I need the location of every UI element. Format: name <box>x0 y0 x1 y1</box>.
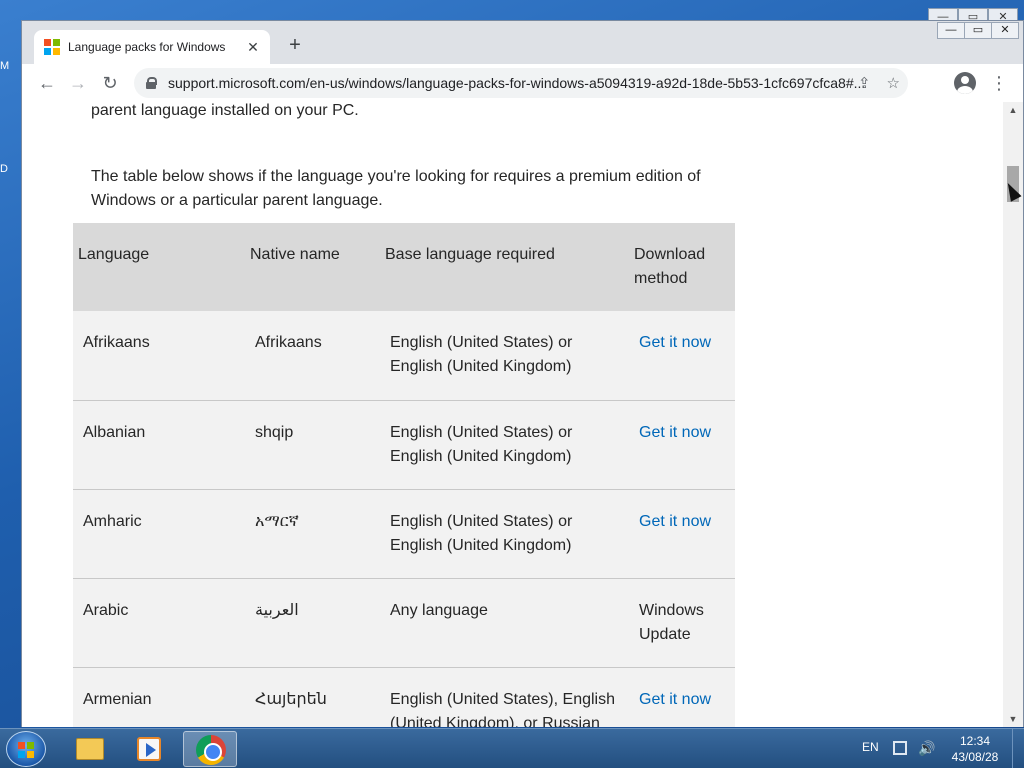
header-base-language: Base language required <box>380 223 629 311</box>
cell-download-method: Get it now <box>629 311 735 401</box>
cell-native-name: አማርኛ <box>245 489 380 579</box>
page-content: parent language installed on your PC. Th… <box>22 102 1003 727</box>
header-native-name: Native name <box>245 223 380 311</box>
table-row: Albanian shqip English (United States) o… <box>73 400 735 490</box>
cell-base-language: Any language <box>380 578 629 668</box>
scroll-up-arrow-icon[interactable]: ▲ <box>1003 102 1023 118</box>
window-controls: — ▭ ✕ <box>937 22 1019 39</box>
microsoft-logo-icon <box>44 39 60 55</box>
browser-menu-icon[interactable]: ⋮ <box>990 70 1008 96</box>
table-row: Armenian Հայերեն English (United States)… <box>73 667 735 727</box>
taskbar-explorer[interactable] <box>62 731 116 767</box>
language-indicator[interactable]: EN <box>862 740 879 754</box>
table-row: Amharic አማርኛ English (United States) or … <box>73 489 735 579</box>
address-bar[interactable]: support.microsoft.com/en-us/windows/lang… <box>134 68 908 98</box>
cell-base-language: English (United States) or English (Unit… <box>380 400 629 490</box>
cell-download-method: Get it now <box>629 667 735 727</box>
taskbar-chrome[interactable] <box>183 731 237 767</box>
cell-language: Amharic <box>73 489 245 579</box>
clock-time[interactable]: 12:34 <box>950 734 1000 748</box>
cell-base-language: English (United States) or English (Unit… <box>380 489 629 579</box>
scroll-down-arrow-icon[interactable]: ▼ <box>1003 711 1023 727</box>
new-tab-button[interactable]: + <box>284 35 306 57</box>
tab-language-packs[interactable]: Language packs for Windows ✕ <box>34 30 270 64</box>
get-it-now-link[interactable]: Get it now <box>639 513 711 530</box>
header-download-method: Download method <box>629 223 735 311</box>
restore-button[interactable]: ▭ <box>964 22 992 39</box>
tab-close-icon[interactable]: ✕ <box>244 39 262 56</box>
clock-date[interactable]: 43/08/28 <box>945 750 1005 764</box>
cell-base-language: English (United States), English (United… <box>380 667 629 727</box>
profile-avatar-icon[interactable] <box>954 72 976 94</box>
taskbar-media-player[interactable] <box>122 731 176 767</box>
chrome-icon <box>196 735 226 765</box>
cell-language: Armenian <box>73 667 245 727</box>
cell-native-name: Հայերեն <box>245 667 380 727</box>
cell-language: Arabic <box>73 578 245 668</box>
url-text[interactable]: support.microsoft.com/en-us/windows/lang… <box>168 75 868 91</box>
get-it-now-link[interactable]: Get it now <box>639 334 711 351</box>
header-language: Language <box>73 223 245 311</box>
omnibox-actions: ⇪ ☆ <box>858 74 900 92</box>
desktop-icon-label[interactable]: M <box>0 60 14 72</box>
network-icon[interactable] <box>893 741 907 755</box>
cell-native-name: Afrikaans <box>245 311 380 401</box>
taskbar: EN 🔊 12:34 43/08/28 <box>0 728 1024 768</box>
share-icon[interactable]: ⇪ <box>858 74 871 92</box>
minimize-button[interactable]: — <box>937 22 965 39</box>
volume-icon[interactable]: 🔊 <box>918 740 935 757</box>
cell-base-language: English (United States) or English (Unit… <box>380 311 629 401</box>
show-desktop-button[interactable] <box>1012 729 1024 768</box>
bookmark-star-icon[interactable]: ☆ <box>887 74 900 92</box>
table-row: Afrikaans Afrikaans English (United Stat… <box>73 311 735 401</box>
cell-download-method: Get it now <box>629 489 735 579</box>
forward-icon[interactable]: → <box>65 70 91 96</box>
tab-title: Language packs for Windows <box>68 40 226 54</box>
folder-icon <box>76 738 104 760</box>
browser-window: Language packs for Windows ✕ + — ▭ ✕ ← →… <box>21 20 1024 727</box>
cell-download-method: Get it now <box>629 400 735 490</box>
cell-native-name: العربية <box>245 578 380 668</box>
article-paragraph: parent language installed on your PC. <box>91 102 359 119</box>
desktop-icon-label[interactable]: D <box>0 163 14 175</box>
table-intro-paragraph: The table below shows if the language yo… <box>91 168 701 209</box>
cell-native-name: shqip <box>245 400 380 490</box>
browser-toolbar: ← → ↻ support.microsoft.com/en-us/window… <box>22 64 1023 102</box>
back-icon[interactable]: ← <box>34 70 60 96</box>
cell-language: Albanian <box>73 400 245 490</box>
cell-download-method: Windows Update <box>629 578 735 668</box>
lock-icon[interactable] <box>146 77 157 89</box>
tab-strip: Language packs for Windows ✕ + — ▭ ✕ <box>22 21 1023 64</box>
reload-icon[interactable]: ↻ <box>97 70 123 96</box>
start-button[interactable] <box>6 731 46 767</box>
close-window-button[interactable]: ✕ <box>991 22 1019 39</box>
language-packs-table: Language Native name Base language requi… <box>73 223 735 727</box>
get-it-now-link[interactable]: Get it now <box>639 424 711 441</box>
media-player-icon <box>137 737 161 761</box>
table-header-row: Language Native name Base language requi… <box>73 223 735 311</box>
get-it-now-link[interactable]: Get it now <box>639 691 711 708</box>
cell-language: Afrikaans <box>73 311 245 401</box>
table-row: Arabic العربية Any language Windows Upda… <box>73 578 735 668</box>
